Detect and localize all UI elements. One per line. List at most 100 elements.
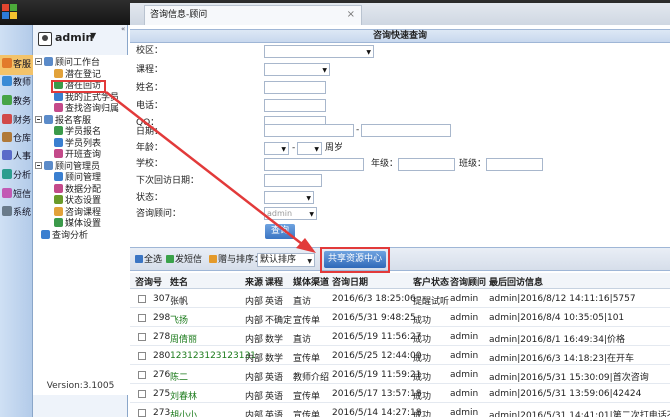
tree-item[interactable]: 数据分配: [54, 183, 101, 196]
status-select[interactable]: ▼: [264, 191, 314, 204]
cell-status: 成功: [413, 411, 432, 417]
nav-item-2[interactable]: 教务: [0, 92, 33, 112]
nav-item-4[interactable]: 仓库: [0, 129, 33, 149]
row-checkbox[interactable]: [138, 390, 146, 398]
col-course[interactable]: 课程: [265, 275, 283, 288]
close-icon[interactable]: ×: [347, 6, 355, 24]
tree-item[interactable]: 学员列表: [54, 137, 101, 150]
table-row[interactable]: 280 123123123123131 内部 数学 宣传单 2016/5/25 12:44…: [130, 348, 670, 365]
campus-label: 校区：: [136, 46, 164, 56]
cell-status: 成功: [413, 373, 432, 383]
cell-name[interactable]: 123123123123131: [170, 351, 256, 361]
collapse-toggle-icon[interactable]: [35, 58, 42, 65]
table-row[interactable]: 276 陈二 内部 英语 教师介绍 2016/5/19 11:59:21 成功 admin ad…: [130, 367, 670, 384]
cell-source: 内部: [245, 392, 264, 402]
select-all-button[interactable]: 全选: [135, 254, 162, 266]
grade-input[interactable]: [398, 158, 455, 171]
campus-select[interactable]: ▼: [264, 45, 374, 58]
cell-status: 成功: [413, 392, 432, 402]
collapse-icon[interactable]: «: [121, 25, 125, 33]
cell-course: 不确定: [265, 316, 293, 326]
tree-item[interactable]: 咨询课程: [54, 206, 101, 219]
phone-input[interactable]: [264, 99, 326, 112]
row-checkbox[interactable]: [138, 333, 146, 341]
cell-name[interactable]: 陈二: [170, 370, 188, 383]
row-checkbox[interactable]: [138, 314, 146, 322]
next-visit-input[interactable]: [264, 174, 322, 187]
age-label: 年龄：: [136, 143, 164, 153]
tree-item[interactable]: 状态设置: [54, 195, 101, 207]
cell-name[interactable]: 飞扬: [170, 313, 188, 326]
row-checkbox[interactable]: [138, 371, 146, 379]
avatar[interactable]: [38, 32, 52, 46]
col-source[interactable]: 来源: [245, 275, 263, 288]
tree-item-label: 媒体设置: [65, 219, 102, 229]
col-id[interactable]: 咨询号: [135, 275, 162, 288]
tree-item[interactable]: 学员报名: [54, 126, 101, 138]
table-row[interactable]: 278 周倩丽 内部 数学 直访 2016/5/19 11:56:27 成功 admin adm…: [130, 329, 670, 346]
tree-item-analysis[interactable]: 查询分析: [41, 229, 88, 242]
col-name[interactable]: 姓名: [170, 275, 188, 288]
cell-name[interactable]: 刘春林: [170, 389, 197, 402]
tree-item[interactable]: 查找咨询归属: [54, 103, 119, 115]
table-row[interactable]: 273 胡小小 内部 英语 宣传单 2016/5/14 14:27:18 成功 admin ad…: [130, 405, 670, 417]
table-row[interactable]: 275 刘春林 内部 英语 宣传单 2016/5/17 13:57:18 成功 admin ad…: [130, 386, 670, 403]
name-label: 姓名：: [136, 83, 164, 93]
user-name[interactable]: admin: [55, 31, 93, 44]
tree-item[interactable]: 媒体设置: [54, 218, 101, 230]
nav-item-3[interactable]: 财务: [0, 111, 33, 131]
nav-item-0[interactable]: 客服: [0, 55, 33, 75]
page-icon: [54, 183, 63, 193]
tree-item[interactable]: 潜在登记: [54, 68, 101, 81]
nav-item-8[interactable]: 系统: [0, 203, 33, 223]
tree-group[interactable]: 顾问工作台: [35, 57, 100, 69]
nav-item-5[interactable]: 人事: [0, 147, 33, 167]
school-input[interactable]: [264, 158, 364, 171]
module-icon: [2, 132, 12, 142]
tree-item[interactable]: 顾问管理: [54, 172, 101, 184]
row-checkbox[interactable]: [138, 409, 146, 417]
col-media[interactable]: 媒体渠道: [293, 275, 329, 288]
page-icon: [54, 218, 63, 227]
date-from-input[interactable]: [264, 124, 354, 137]
module-icon: [2, 76, 12, 86]
cell-source: 内部: [245, 373, 264, 383]
col-date[interactable]: 咨询日期: [332, 275, 368, 288]
folder-icon: [44, 160, 53, 170]
row-checkbox[interactable]: [138, 295, 146, 303]
tab-consult-info[interactable]: 咨询信息-顾问 ×: [144, 5, 362, 25]
course-select[interactable]: ▼: [264, 63, 330, 76]
row-checkbox[interactable]: [138, 352, 146, 360]
name-input[interactable]: [264, 81, 326, 94]
module-icon: [2, 206, 12, 216]
table-row[interactable]: 307 张帆 内部 英语 直访 2016/6/3 18:25:06 提醒试听 admin adm…: [130, 291, 670, 308]
cell-media: 直访: [293, 297, 312, 307]
chevron-down-icon[interactable]: ▼: [90, 31, 96, 40]
tree-group[interactable]: 顾问管理员: [35, 160, 100, 173]
folder-icon: [44, 114, 53, 124]
cell-name[interactable]: 胡小小: [170, 408, 197, 417]
nav-item-1[interactable]: 教师: [0, 73, 33, 93]
nav-item-7[interactable]: 短信: [0, 185, 33, 205]
age-from-select[interactable]: ▼: [264, 142, 289, 155]
page-icon: [54, 103, 63, 112]
age-to-select[interactable]: ▼: [297, 142, 322, 155]
table-row[interactable]: 298 飞扬 内部 不确定 宣传单 2016/5/31 9:48:25 成功 admin adm…: [130, 310, 670, 327]
date-to-input[interactable]: [361, 124, 451, 137]
nav-item-6[interactable]: 分析: [0, 166, 33, 186]
class-input[interactable]: [486, 158, 543, 171]
col-status[interactable]: 客户状态: [413, 275, 449, 288]
query-button[interactable]: 查询: [265, 224, 295, 239]
col-last[interactable]: 最后回访信息: [489, 275, 543, 288]
send-sms-button[interactable]: 发短信: [166, 254, 202, 266]
collapse-toggle-icon[interactable]: [35, 161, 42, 169]
sort-select[interactable]: 默认排序 ▼: [257, 253, 315, 267]
col-advisor[interactable]: 咨询顾问: [450, 275, 486, 288]
cell-name[interactable]: 周倩丽: [170, 332, 197, 345]
cell-name[interactable]: 张帆: [170, 294, 188, 307]
collapse-toggle-icon[interactable]: [35, 115, 42, 123]
tree-item[interactable]: 开班查询: [54, 149, 101, 161]
advisor-select[interactable]: admin ▼: [264, 207, 317, 220]
tree-group[interactable]: 报名客服: [35, 114, 91, 127]
tree-item[interactable]: 我的正式学员: [54, 91, 119, 104]
